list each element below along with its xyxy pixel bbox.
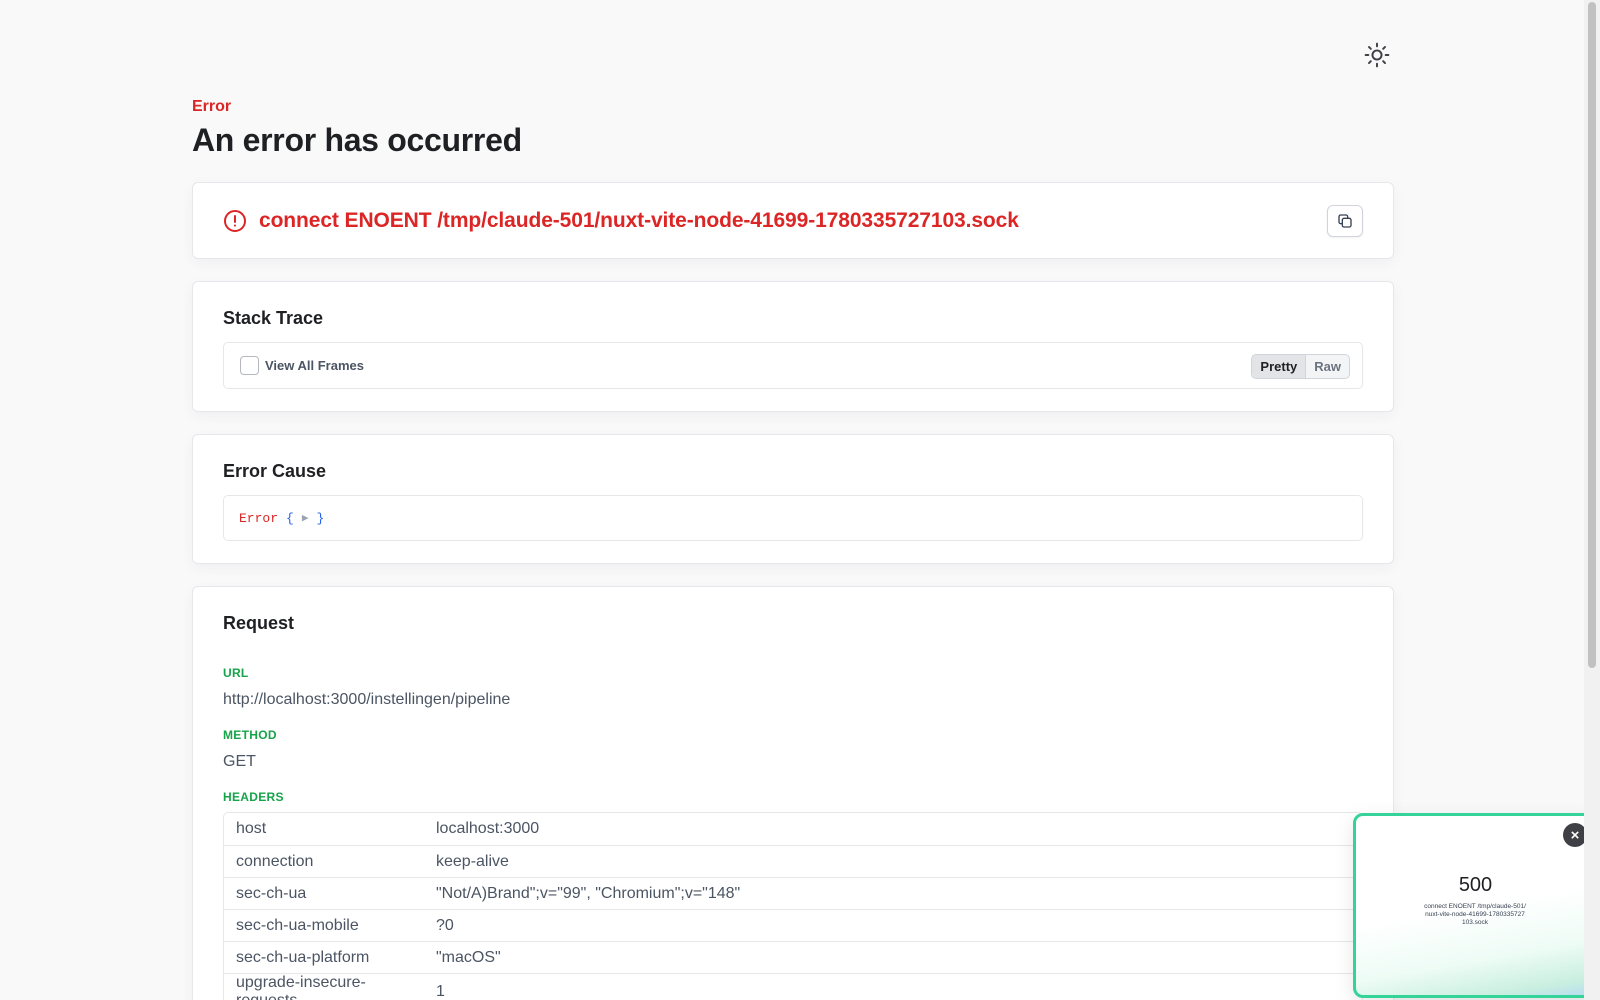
request-section: Request URL http://localhost:3000/instel… (192, 586, 1394, 1000)
header-key: sec-ch-ua-mobile (224, 909, 424, 941)
preview-error-message: connect ENOENT /tmp/claude-501/nuxt-vite… (1424, 903, 1526, 926)
header-key: connection (224, 845, 424, 877)
expand-arrow-icon[interactable]: ▶ (302, 511, 309, 525)
error-cause-inspector: Error { ▶ } (223, 495, 1363, 541)
cause-type-name: Error (239, 510, 279, 526)
copy-icon (1338, 214, 1352, 228)
copy-error-button[interactable] (1327, 205, 1363, 237)
header-value: "macOS" (424, 941, 1362, 973)
error-message-card: connect ENOENT /tmp/claude-501/nuxt-vite… (192, 182, 1394, 259)
header-key: upgrade-insecure-requests (224, 973, 424, 1000)
theme-toggle-button[interactable] (1361, 39, 1393, 71)
error-cause-section: Error Cause Error { ▶ } (192, 434, 1394, 564)
sun-icon (1364, 42, 1390, 68)
cause-open-brace: { (286, 510, 294, 526)
error-preview-popup[interactable]: × 500 connect ENOENT /tmp/claude-501/nux… (1353, 813, 1598, 998)
table-row: upgrade-insecure-requests 1 (224, 973, 1362, 1000)
header-value: 1 (424, 973, 1362, 1000)
error-page: Error An error has occurred connect ENOE… (192, 96, 1394, 1000)
stack-trace-toolbar: View All Frames Pretty Raw (223, 342, 1363, 389)
error-message: connect ENOENT /tmp/claude-501/nuxt-vite… (259, 208, 1019, 232)
table-row: sec-ch-ua-mobile ?0 (224, 909, 1362, 941)
url-label: URL (223, 666, 249, 680)
view-all-frames-label[interactable]: View All Frames (265, 358, 364, 373)
url-value: http://localhost:3000/instellingen/pipel… (223, 691, 511, 708)
header-value: localhost:3000 (436, 820, 540, 837)
page-scrollbar[interactable] (1584, 0, 1600, 1000)
method-label: METHOD (223, 728, 277, 742)
page-eyebrow: Error (192, 98, 232, 115)
stack-trace-title: Stack Trace (223, 308, 324, 328)
alert-circle-icon (224, 209, 246, 232)
header-key: sec-ch-ua-platform (224, 941, 424, 973)
method-value: GET (223, 753, 256, 770)
scrollbar-thumb[interactable] (1588, 2, 1596, 668)
raw-mode-button[interactable]: Raw (1306, 355, 1349, 378)
headers-label: HEADERS (223, 790, 284, 804)
headers-table: host localhost:3000 connection keep-aliv… (223, 812, 1363, 1000)
cause-close-brace: } (316, 510, 325, 526)
table-row: sec-ch-ua "Not/A)Brand";v="99", "Chromiu… (224, 877, 1362, 909)
header-value: "Not/A)Brand";v="99", "Chromium";v="148" (424, 877, 1362, 909)
header-key: sec-ch-ua (224, 877, 424, 909)
stack-trace-section: Stack Trace View All Frames Pretty Raw (192, 281, 1394, 412)
header-value: ?0 (424, 909, 1362, 941)
error-cause-title: Error Cause (223, 461, 327, 481)
table-row: host localhost:3000 (224, 813, 1362, 845)
preview-status-code: 500 (1458, 874, 1493, 896)
header-key: host (236, 820, 267, 837)
request-title: Request (223, 613, 295, 633)
view-all-frames-checkbox[interactable] (240, 356, 259, 375)
header-value: keep-alive (424, 845, 1362, 877)
pretty-mode-button[interactable]: Pretty (1252, 355, 1307, 378)
trace-mode-toggle: Pretty Raw (1251, 354, 1350, 379)
table-row: sec-ch-ua-platform "macOS" (224, 941, 1362, 973)
table-row: connection keep-alive (224, 845, 1362, 877)
page-title: An error has occurred (192, 122, 522, 158)
